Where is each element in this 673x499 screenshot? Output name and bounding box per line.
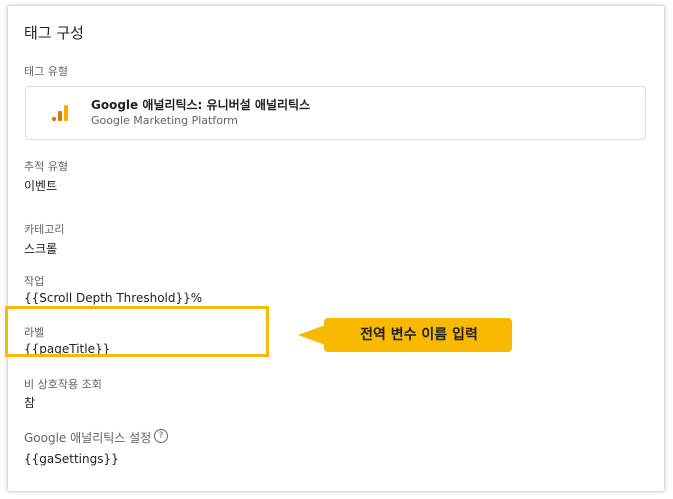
google-analytics-icon (51, 105, 68, 122)
ga-settings-label: Google 애널리틱스 설정 (24, 431, 152, 445)
label-highlight-box (5, 306, 269, 357)
tag-type-label: 태그 유형 (24, 65, 68, 78)
tag-type-selector[interactable]: Google 애널리틱스: 유니버설 애널리틱스 Google Marketin… (25, 86, 646, 140)
category-label: 카테고리 (24, 223, 65, 236)
help-icon[interactable]: ? (154, 429, 168, 443)
track-type-label: 추적 유형 (24, 160, 68, 173)
track-type-value: 이벤트 (24, 179, 58, 193)
callout-text: 전역 변수 이름 입력 (360, 327, 478, 343)
action-label: 작업 (24, 275, 45, 288)
action-value: {{Scroll Depth Threshold}}% (24, 291, 203, 305)
category-value: 스크롤 (24, 242, 58, 256)
ga-settings-value: {{gaSettings}} (24, 452, 119, 466)
tag-platform: Google Marketing Platform (91, 114, 238, 127)
section-title: 태그 구성 (24, 24, 84, 42)
non-interaction-label: 비 상호작용 조회 (24, 378, 102, 391)
tag-configuration-card[interactable]: 태그 구성 태그 유형 Google 애널리틱스: 유니버설 애널리틱스 Goo… (8, 6, 664, 491)
non-interaction-value: 참 (24, 396, 36, 410)
annotation-callout: 전역 변수 이름 입력 (298, 318, 512, 352)
tag-name: Google 애널리틱스: 유니버설 애널리틱스 (91, 98, 311, 112)
